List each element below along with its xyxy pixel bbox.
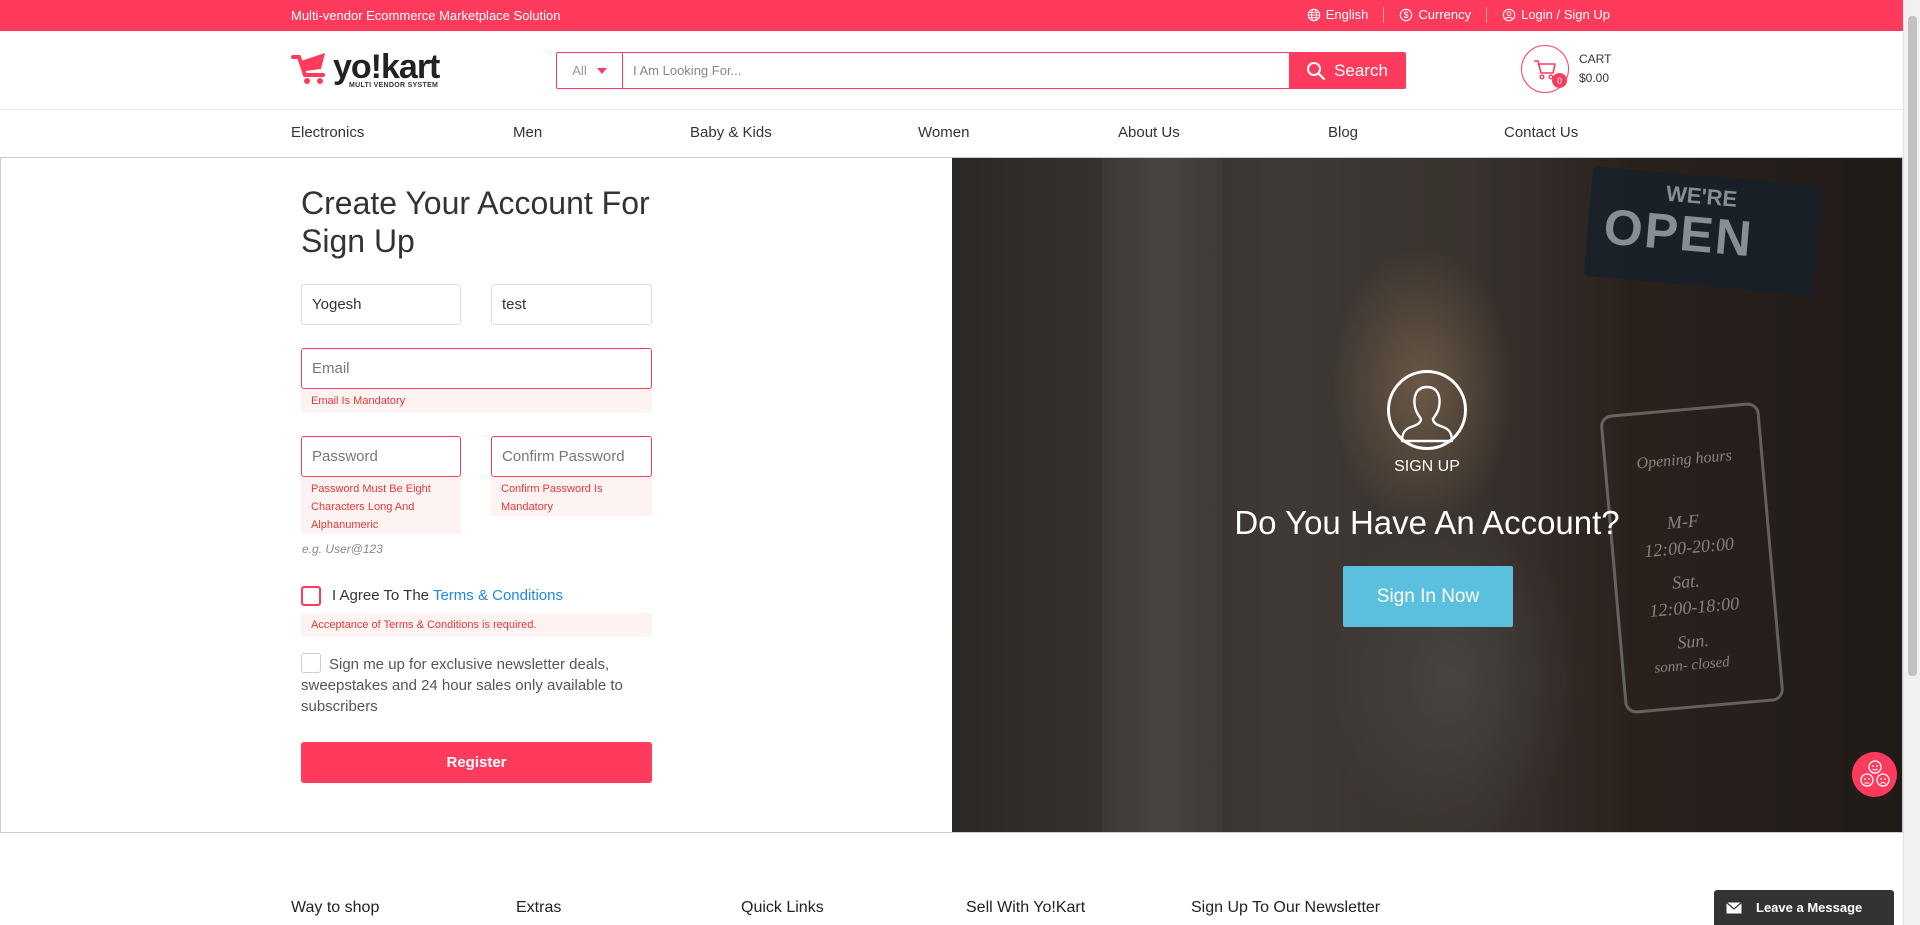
leave-message-button[interactable]: Leave a Message (1714, 890, 1894, 925)
confirm-password-field[interactable] (491, 436, 652, 477)
newsletter-label: Sign me up for exclusive newsletter deal… (301, 656, 623, 715)
currency-label: Currency (1418, 7, 1472, 22)
footer-heading-way-to-shop: Way to shop (291, 899, 380, 916)
signup-section: Create Your Account For Sign Up Email Is… (0, 157, 1903, 833)
footer-heading-extras: Extras (516, 899, 562, 916)
user-icon (1502, 8, 1516, 22)
password-hint: e.g. User@123 (302, 542, 383, 556)
tagline: Multi-vendor Ecommerce Marketplace Solut… (291, 8, 561, 23)
register-button[interactable]: Register (301, 742, 652, 783)
nav-item-contact-us[interactable]: Contact Us (1504, 124, 1578, 141)
logo-brand: yo!kart (333, 48, 440, 86)
email-field[interactable] (301, 348, 652, 389)
currency-icon: $ (1400, 8, 1413, 22)
footer-heading-newsletter: Sign Up To Our Newsletter (1191, 899, 1381, 916)
signup-label: SIGN UP (1394, 458, 1460, 475)
logo[interactable]: yo!kart MULTI VENDOR SYSTEM (291, 47, 440, 89)
first-name-field[interactable] (301, 284, 461, 325)
svg-text:$: $ (1404, 10, 1409, 20)
cart-total: $0.00 (1579, 71, 1610, 85)
terms-error: Acceptance of Terms & Conditions is requ… (301, 613, 652, 637)
cart-label: CART (1579, 52, 1612, 66)
footer-heading-quick-links: Quick Links (741, 899, 824, 916)
search-input[interactable] (623, 53, 1289, 88)
terms-agree-label: I Agree To The Terms & Conditions (332, 587, 563, 604)
currency-selector[interactable]: $ Currency (1383, 7, 1486, 23)
search-button[interactable]: Search (1289, 53, 1405, 88)
nav-item-blog[interactable]: Blog (1328, 124, 1358, 141)
caret-down-icon (596, 67, 607, 74)
search-icon (1307, 61, 1326, 80)
nav-item-electronics[interactable]: Electronics (291, 124, 364, 141)
language-selector[interactable]: English (1292, 7, 1384, 23)
search-category-value: All (572, 63, 587, 78)
nav-item-about-us[interactable]: About Us (1118, 124, 1180, 141)
terms-checkbox[interactable] (301, 586, 321, 606)
page-scrollbar[interactable] (1903, 0, 1920, 925)
top-bar: Multi-vendor Ecommerce Marketplace Solut… (0, 0, 1903, 31)
globe-icon (1307, 8, 1320, 22)
login-label: Login / Sign Up (1521, 7, 1610, 22)
cart-count-badge: 0 (1552, 73, 1567, 88)
agree-text: I Agree To The (332, 587, 430, 604)
footer-heading-sell: Sell With Yo!Kart (966, 899, 1086, 916)
footer: Way to shop Extras Quick Links Sell With… (0, 833, 1903, 925)
cart-circle: 0 (1521, 45, 1569, 93)
signin-cta: SIGN UP Do You Have An Account? Sign In … (952, 158, 1902, 832)
email-error: Email Is Mandatory (301, 389, 652, 413)
have-account-question: Do You Have An Account? (1234, 504, 1620, 541)
emoji-icon (1859, 759, 1890, 787)
nav-item-baby-kids[interactable]: Baby & Kids (690, 124, 772, 141)
cart-widget[interactable]: 0 CART $0.00 (1521, 45, 1611, 93)
envelope-icon (1726, 901, 1742, 913)
search-category-select[interactable]: All (557, 53, 623, 88)
signin-promo: WE'RE OPEN Opening hours M-F 12:00-20:00… (952, 158, 1902, 832)
cart-logo-icon (291, 53, 325, 84)
last-name-field[interactable] (491, 284, 652, 325)
logo-subtitle: MULTI VENDOR SYSTEM (349, 82, 439, 89)
avatar-icon (1387, 370, 1467, 450)
cart-text: CART $0.00 (1579, 50, 1611, 88)
signup-form: Create Your Account For Sign Up Email Is… (1, 158, 952, 832)
login-link[interactable]: Login / Sign Up (1486, 7, 1610, 23)
scrollbar-thumb[interactable] (1908, 16, 1917, 676)
nav-item-women[interactable]: Women (918, 124, 969, 141)
password-error: Password Must Be Eight Characters Long A… (301, 477, 461, 534)
search-bar: All Search (556, 52, 1406, 89)
top-links: English $ Currency Login / Sign Up (1292, 7, 1610, 23)
main-nav: Electronics Men Baby & Kids Women About … (0, 111, 1903, 158)
feedback-button[interactable] (1852, 752, 1897, 797)
language-label: English (1325, 7, 1369, 22)
password-field[interactable] (301, 436, 461, 477)
terms-link[interactable]: Terms & Conditions (433, 587, 563, 604)
confirm-password-error: Confirm Password Is Mandatory (491, 477, 652, 516)
leave-message-label: Leave a Message (1756, 900, 1863, 915)
sign-in-now-button[interactable]: Sign In Now (1343, 566, 1513, 627)
header: yo!kart MULTI VENDOR SYSTEM All Search 0… (0, 31, 1903, 110)
form-title: Create Your Account For Sign Up (301, 185, 650, 259)
nav-item-men[interactable]: Men (513, 124, 542, 141)
search-button-label: Search (1334, 60, 1388, 80)
